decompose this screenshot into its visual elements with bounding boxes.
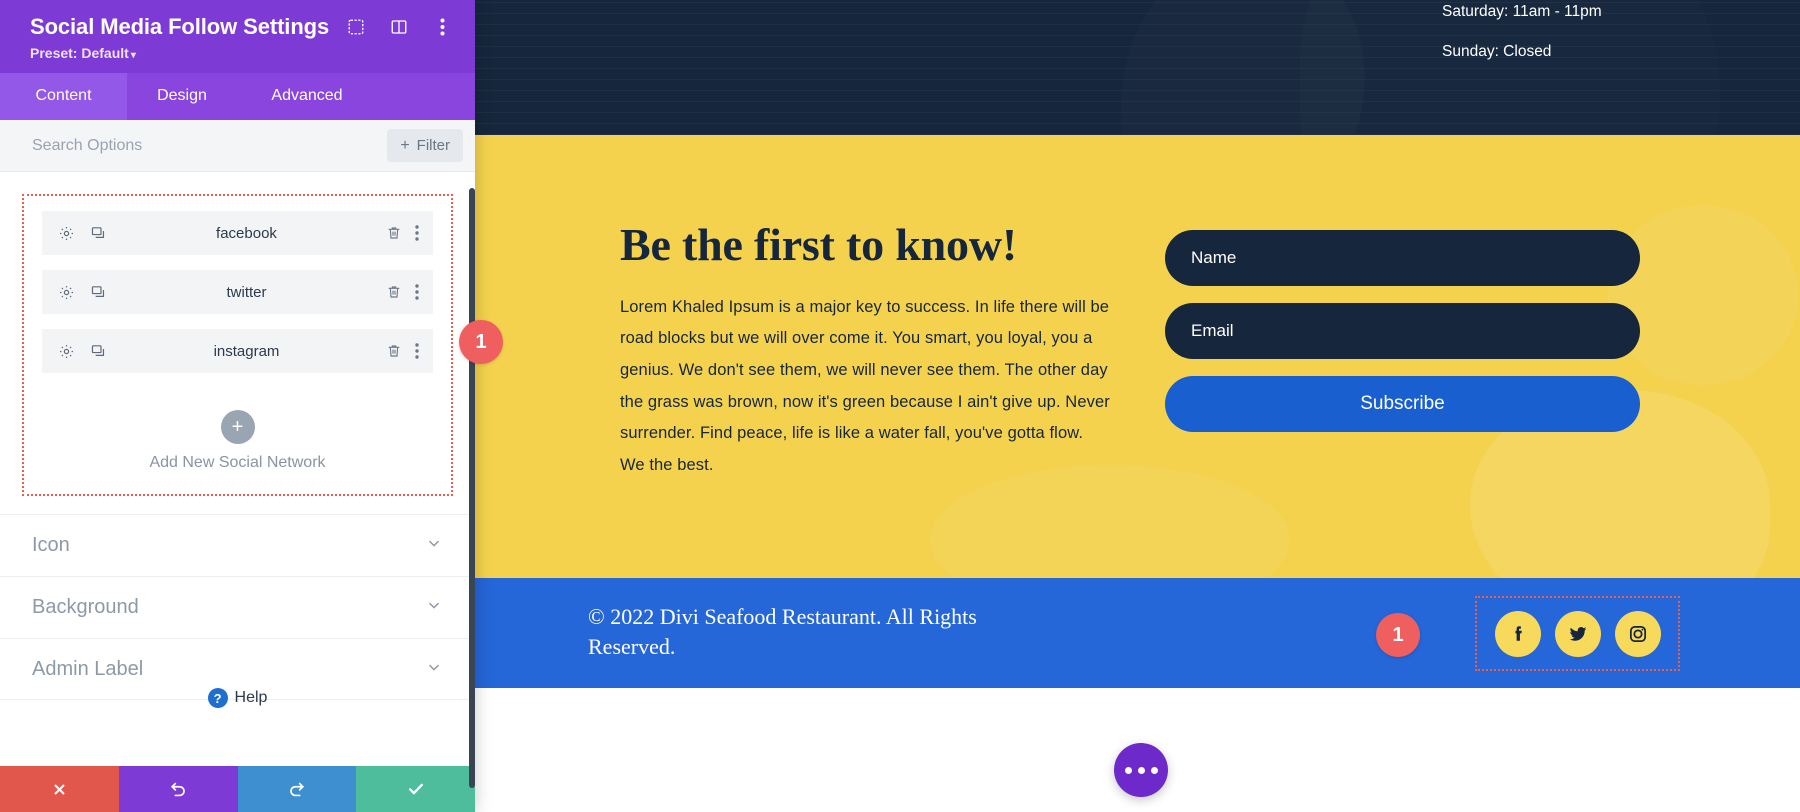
- opening-hours: Saturday: 11am - 11pm Sunday: Closed: [1442, 0, 1772, 72]
- hours-saturday: Saturday: 11am - 11pm: [1442, 3, 1602, 20]
- search-bar: + Filter: [0, 120, 475, 172]
- panel-footer: [0, 766, 475, 812]
- close-icon: [54, 784, 65, 794]
- tab-content[interactable]: Content: [0, 73, 127, 120]
- list-item[interactable]: facebook: [42, 211, 433, 255]
- twitter-icon[interactable]: [1554, 610, 1601, 657]
- promo-heading: Be the first to know!: [620, 219, 1017, 270]
- network-name: facebook: [216, 224, 277, 242]
- network-name: twitter: [226, 283, 267, 301]
- kebab-menu-icon[interactable]: [415, 284, 419, 300]
- accordion-icon[interactable]: Icon: [0, 514, 475, 576]
- promo-paragraph: Lorem Khaled Ipsum is a major key to suc…: [620, 297, 1110, 475]
- email-input[interactable]: [1165, 303, 1640, 359]
- hours-sunday: Sunday: Closed: [1442, 43, 1552, 60]
- list-item[interactable]: twitter: [42, 270, 433, 314]
- layout-columns-icon[interactable]: [388, 16, 410, 38]
- gear-icon[interactable]: [58, 284, 75, 301]
- accordion-background[interactable]: Background: [0, 576, 475, 638]
- add-new-social-network[interactable]: + Add New Social Network: [42, 388, 433, 472]
- plus-icon[interactable]: +: [220, 410, 255, 444]
- chevron-down-icon: [425, 658, 443, 681]
- undo-button[interactable]: [118, 766, 238, 812]
- social-follow-module: [1475, 596, 1680, 671]
- module-settings-panel: Social Media Follow Settings Preset: Def…: [0, 0, 475, 812]
- promo-text-block: Be the first to know! Lorem Khaled Ipsum…: [620, 220, 1110, 482]
- duplicate-icon[interactable]: [90, 225, 107, 242]
- undo-icon: [170, 782, 185, 796]
- plus-icon: +: [400, 136, 410, 154]
- filter-button[interactable]: + Filter: [387, 129, 463, 162]
- accordion-label: Icon: [32, 534, 70, 556]
- redo-icon: [290, 782, 305, 796]
- help-label: Help: [234, 689, 268, 706]
- duplicate-icon[interactable]: [90, 343, 107, 360]
- list-item[interactable]: instagram: [42, 329, 433, 373]
- facebook-icon[interactable]: [1494, 610, 1541, 657]
- redo-button[interactable]: [237, 766, 357, 812]
- panel-tabs: Content Design Advanced: [0, 73, 475, 120]
- help-link[interactable]: ? Help: [0, 688, 475, 708]
- step-marker-1: 1: [459, 320, 503, 364]
- accordion-label: Admin Label: [32, 657, 144, 680]
- gear-icon[interactable]: [58, 343, 75, 360]
- trash-icon[interactable]: [386, 343, 402, 359]
- tab-design[interactable]: Design: [127, 73, 237, 120]
- trash-icon[interactable]: [386, 225, 402, 241]
- panel-scrollbar[interactable]: [469, 188, 475, 788]
- kebab-menu-icon[interactable]: [431, 16, 453, 38]
- tab-advanced[interactable]: Advanced: [237, 73, 377, 120]
- cancel-button[interactable]: [0, 766, 119, 812]
- copyright-text: © 2022 Divi Seafood Restaurant. All Righ…: [588, 604, 977, 659]
- network-name: instagram: [213, 342, 280, 360]
- screen: Saturday: 11am - 11pm Sunday: Closed Be …: [0, 0, 1800, 812]
- name-input[interactable]: [1165, 230, 1640, 286]
- save-button[interactable]: [356, 766, 475, 812]
- kebab-menu-icon[interactable]: [415, 343, 419, 359]
- trash-icon[interactable]: [386, 284, 402, 300]
- chevron-down-icon: [425, 534, 443, 557]
- duplicate-icon[interactable]: [90, 284, 107, 301]
- focus-icon[interactable]: [345, 16, 367, 38]
- panel-title: Social Media Follow Settings: [30, 14, 330, 39]
- instagram-icon[interactable]: [1614, 610, 1661, 657]
- subscribe-form: Subscribe: [1165, 230, 1640, 432]
- preset-selector[interactable]: Preset: Default ▾: [30, 45, 453, 61]
- kebab-menu-icon[interactable]: [415, 225, 419, 241]
- chevron-down-icon: [425, 596, 443, 619]
- accordion-label: Background: [32, 596, 139, 618]
- social-networks-list: facebook twitter instagram + Add New Soc…: [22, 194, 453, 496]
- help-icon: ?: [207, 688, 228, 708]
- step-marker-2: 1: [1376, 613, 1420, 657]
- add-new-label: Add New Social Network: [149, 454, 326, 471]
- page-settings-fab[interactable]: [1114, 743, 1168, 797]
- check-icon: [408, 783, 423, 795]
- settings-accordion: Icon Background Admin Label: [0, 514, 475, 700]
- subscribe-button[interactable]: Subscribe: [1165, 376, 1640, 432]
- panel-body: facebook twitter instagram + Add New Soc…: [0, 172, 475, 766]
- gear-icon[interactable]: [58, 225, 75, 242]
- preset-label: Preset: Default: [30, 45, 129, 61]
- filter-label: Filter: [416, 137, 450, 154]
- panel-header: Social Media Follow Settings Preset: Def…: [0, 0, 475, 73]
- search-input[interactable]: [32, 136, 388, 155]
